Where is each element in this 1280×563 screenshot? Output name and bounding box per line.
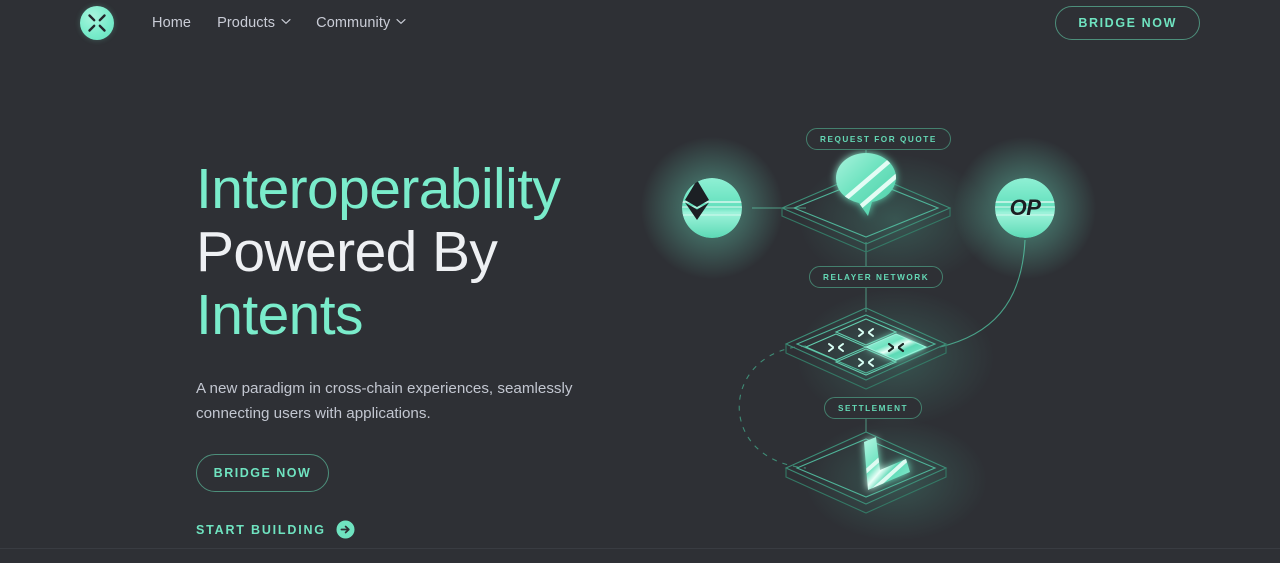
- intents-flow-diagram: OP REQUEST FOR QUOTE RELAYER NETWORK SET…: [630, 100, 1150, 540]
- page-root: Home Products Community BRIDGE NOW Inter…: [0, 0, 1280, 563]
- settlement-node: [784, 431, 948, 514]
- label-request-for-quote: REQUEST FOR QUOTE: [806, 128, 951, 150]
- label-relayer-network-text: RELAYER NETWORK: [823, 272, 930, 282]
- optimism-token-chip[interactable]: OP: [995, 178, 1055, 238]
- nav-item-products[interactable]: Products: [217, 15, 291, 31]
- nav-item-community-label: Community: [316, 15, 391, 31]
- label-request-for-quote-text: REQUEST FOR QUOTE: [820, 134, 937, 144]
- nav-item-community[interactable]: Community: [316, 15, 406, 31]
- label-settlement-text: SETTLEMENT: [838, 403, 909, 413]
- label-settlement: SETTLEMENT: [824, 397, 923, 419]
- nav-item-home-label: Home: [152, 15, 192, 31]
- connector-relayer-to-settlement-dashed: [738, 345, 807, 469]
- navbar-bridge-now-label: BRIDGE NOW: [1078, 16, 1177, 30]
- start-building-link[interactable]: START BUILDING: [196, 520, 355, 539]
- nav-item-home[interactable]: Home: [152, 15, 191, 31]
- brand-logo[interactable]: [80, 6, 114, 40]
- arrow-right-circle-icon: [336, 520, 355, 539]
- navbar-bridge-now-button[interactable]: BRIDGE NOW: [1055, 6, 1200, 40]
- ethereum-token-chip[interactable]: [682, 178, 742, 238]
- optimism-symbol-label: OP: [1009, 195, 1041, 220]
- ethereum-diamond-icon: [682, 178, 742, 238]
- connector-op-to-relayer: [939, 239, 1026, 348]
- relayer-tile: [804, 333, 868, 361]
- hero-subtext: A new paradigm in cross-chain experience…: [196, 380, 573, 422]
- nav-item-products-label: Products: [217, 15, 276, 31]
- hero-bridge-now-label: BRIDGE NOW: [213, 466, 312, 480]
- bottom-divider: [0, 548, 1280, 549]
- optimism-op-icon: OP: [995, 178, 1055, 238]
- diagram-graphics: [738, 150, 1026, 514]
- relayer-tile-active: [864, 333, 928, 361]
- top-navigation-bar: Home Products Community BRIDGE NOW: [0, 0, 1280, 46]
- chevron-down-icon: [281, 18, 291, 27]
- chevron-down-icon: [396, 18, 406, 27]
- nav-links: Home Products Community: [152, 0, 406, 46]
- x-burst-logo-icon: [80, 6, 114, 40]
- x-burst-logo-glyph: [88, 14, 106, 32]
- relayer-node: [784, 307, 948, 390]
- label-relayer-network: RELAYER NETWORK: [809, 266, 944, 288]
- rfq-node: [780, 152, 952, 253]
- start-building-label: START BUILDING: [196, 522, 326, 537]
- hero-bridge-now-button[interactable]: BRIDGE NOW: [196, 454, 329, 492]
